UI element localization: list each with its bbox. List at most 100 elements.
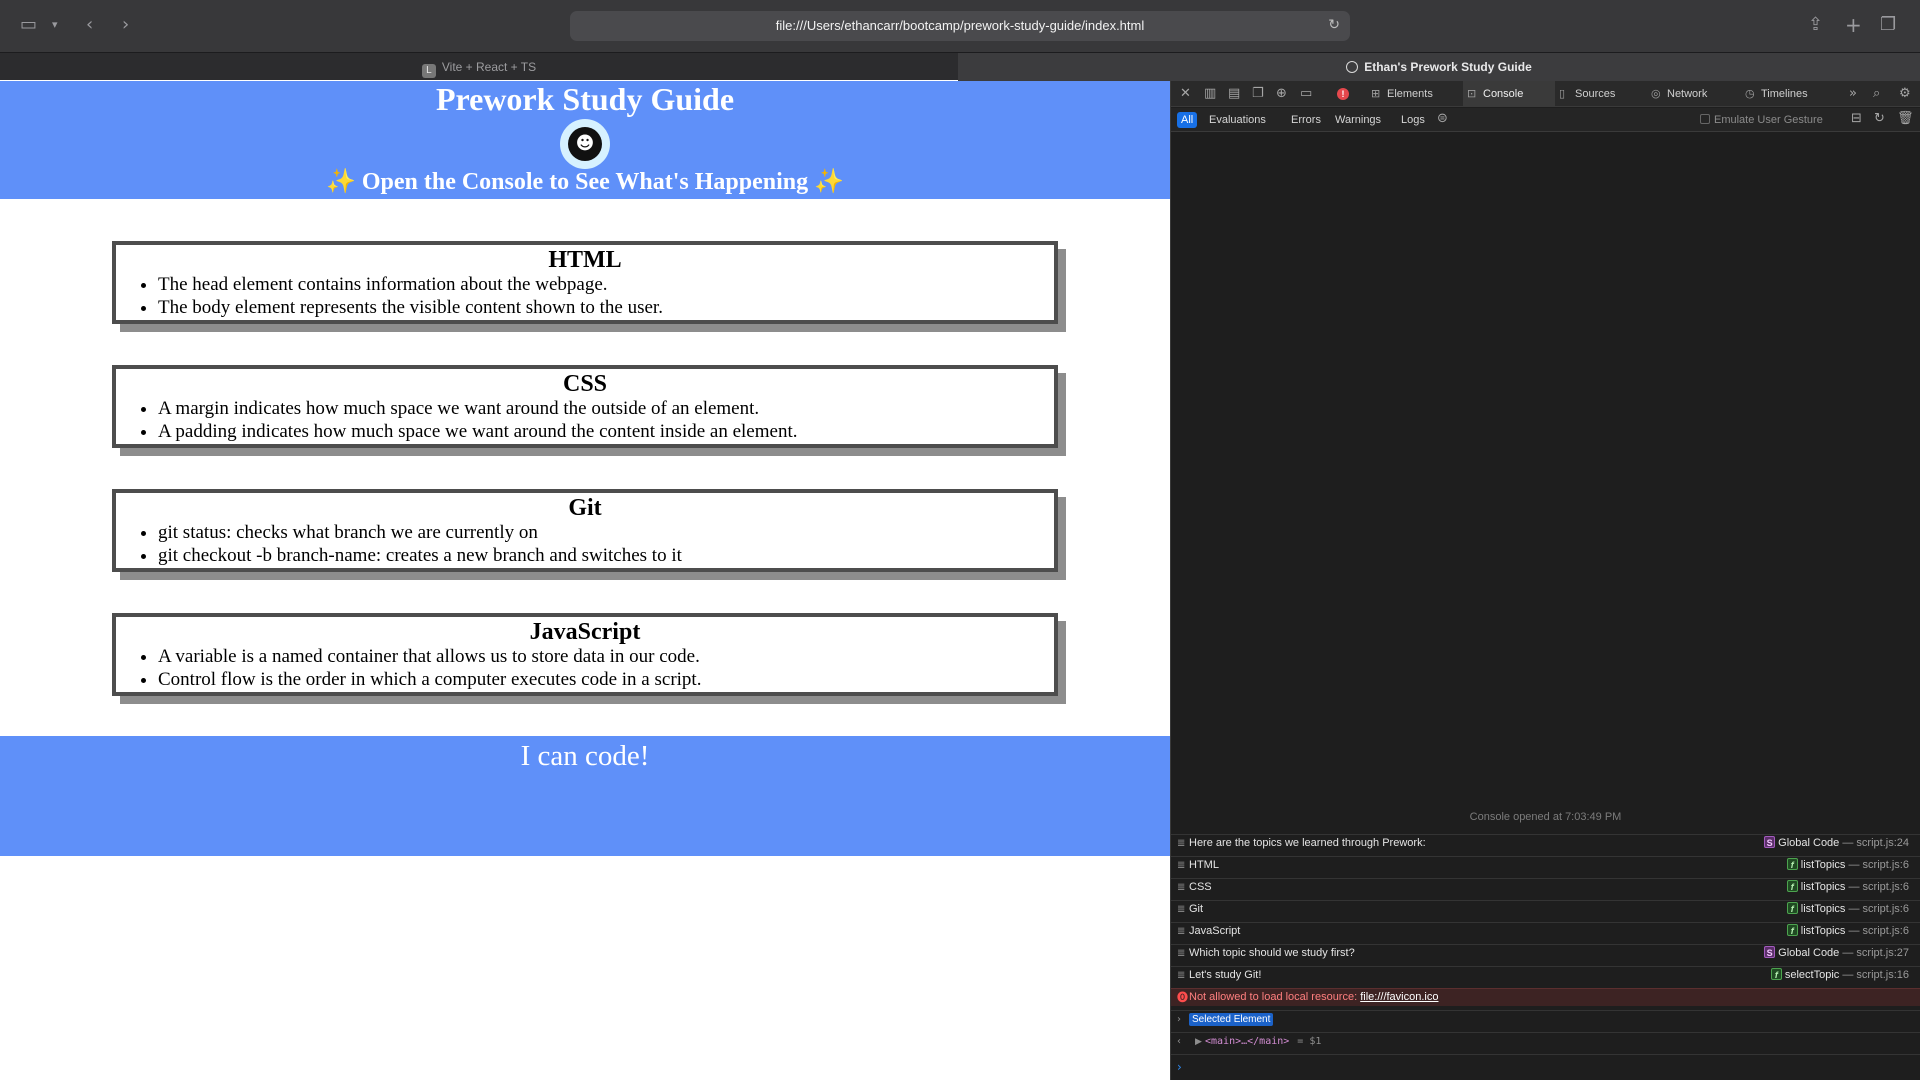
close-icon[interactable]: ✕	[1180, 86, 1191, 101]
console-log-row[interactable]: ≣ Which topic should we study first? S Gl…	[1171, 944, 1920, 962]
tab-prework-study-guide[interactable]: Ethan's Prework Study Guide	[958, 53, 1920, 81]
log-file[interactable]: script.js:6	[1863, 903, 1909, 915]
log-icon: ≣	[1177, 860, 1186, 871]
checkbox-icon	[1700, 114, 1710, 124]
list-item: The body element represents the visible …	[158, 296, 1054, 319]
sidebar-toggle-icon[interactable]: ▭	[20, 14, 37, 36]
log-file[interactable]: script.js:6	[1863, 925, 1909, 937]
page-footer: I can code!	[0, 736, 1170, 856]
function-badge: f	[1786, 902, 1798, 914]
back-icon[interactable]: ‹	[86, 14, 93, 36]
selected-element-row[interactable]: › Selected Element	[1171, 1010, 1920, 1028]
log-func: selectTopic	[1784, 969, 1840, 981]
console-error-row[interactable]: ⓿ Not allowed to load local resource: fi…	[1171, 988, 1920, 1006]
section-title: CSS	[562, 371, 608, 397]
log-file[interactable]: script.js:27	[1856, 947, 1909, 959]
section-list: A variable is a named container that all…	[158, 645, 1054, 691]
search-icon[interactable]: ⌕	[1873, 86, 1880, 101]
sparkle-icon: ✨	[814, 169, 845, 195]
disclosure-triangle-icon[interactable]: ▶	[1195, 1036, 1202, 1046]
console-opened-text: Console opened at 7:03:49 PM	[1469, 811, 1622, 823]
error-link[interactable]: file:///favicon.ico	[1360, 991, 1438, 1003]
error-count-icon[interactable]: !	[1337, 88, 1349, 100]
console-log-row[interactable]: ≣ Git f listTopics — script.js:6	[1171, 900, 1920, 918]
refresh-icon[interactable]: ↻	[1874, 111, 1885, 126]
log-source[interactable]: f listTopics — script.js:6	[1786, 879, 1909, 896]
function-badge: f	[1786, 858, 1798, 870]
log-icon: ≣	[1177, 904, 1186, 915]
console-log-row[interactable]: ≣ CSS f listTopics — script.js:6	[1171, 878, 1920, 896]
console-log-row[interactable]: ≣ Here are the topics we learned through…	[1171, 834, 1920, 852]
separator: —	[1845, 881, 1863, 893]
separator: —	[1845, 859, 1863, 871]
global-code-badge: S	[1764, 836, 1776, 848]
error-text: Not allowed to load local resource:	[1189, 991, 1358, 1003]
element-picker-icon[interactable]: ⊕	[1276, 86, 1287, 101]
forward-icon[interactable]: ›	[122, 14, 129, 36]
filter-warnings[interactable]: Warnings	[1331, 112, 1385, 128]
preserve-log-icon[interactable]: ⊟	[1851, 111, 1862, 126]
emulate-user-gesture-checkbox[interactable]: Emulate User Gesture	[1700, 112, 1823, 128]
log-icon: ≣	[1177, 838, 1186, 849]
separator: —	[1845, 925, 1863, 937]
log-file[interactable]: script.js:6	[1863, 881, 1909, 893]
more-tabs-icon[interactable]: »	[1849, 86, 1857, 101]
tab-console[interactable]: ⊡ Console	[1463, 81, 1555, 107]
chevron-down-icon[interactable]: ▾	[52, 14, 58, 36]
new-tab-icon[interactable]: +	[1845, 14, 1862, 36]
dock-right-icon[interactable]: ▥	[1204, 86, 1216, 101]
tab-vite-react[interactable]: L Vite + React + TS	[0, 53, 958, 81]
chevron-right-icon: ›	[1177, 1014, 1181, 1025]
main-element-tag[interactable]: <main>…</main>	[1205, 1036, 1289, 1047]
log-source[interactable]: f listTopics — script.js:6	[1786, 923, 1909, 940]
console-input[interactable]: ›	[1171, 1054, 1920, 1080]
console-log-row[interactable]: ≣ HTML f listTopics — script.js:6	[1171, 856, 1920, 874]
log-func: listTopics	[1800, 859, 1846, 871]
clear-console-icon[interactable]: 🗑	[1897, 111, 1914, 126]
list-item: git checkout -b branch-name: creates a n…	[158, 544, 1054, 567]
share-icon[interactable]: ⇪	[1808, 14, 1823, 36]
tab-overview-icon[interactable]: ❐	[1880, 14, 1896, 36]
dock-bottom-icon[interactable]: ▤	[1228, 86, 1240, 101]
tab-timelines[interactable]: ◷ Timelines	[1741, 81, 1841, 107]
tab-elements[interactable]: ⊞ Elements	[1367, 81, 1463, 107]
error-message: Not allowed to load local resource: file…	[1189, 989, 1438, 1006]
log-source[interactable]: S Global Code — script.js:24	[1764, 835, 1909, 852]
section-list: git status: checks what branch we are cu…	[158, 521, 1054, 567]
filter-options-icon[interactable]: ⊜	[1437, 111, 1448, 126]
console-log-row[interactable]: ≣ Let's study Git! f selectTopic — script…	[1171, 966, 1920, 984]
filter-logs[interactable]: Logs	[1397, 112, 1429, 128]
section-title: HTML	[548, 247, 622, 273]
log-source[interactable]: S Global Code — script.js:27	[1764, 945, 1909, 962]
filter-evaluations[interactable]: Evaluations	[1205, 112, 1270, 128]
log-source[interactable]: f listTopics — script.js:6	[1786, 901, 1909, 918]
tab-network[interactable]: ◎ Network	[1647, 81, 1741, 107]
page-subtitle: ✨ Open the Console to See What's Happeni…	[0, 167, 1170, 196]
gear-icon[interactable]: ⚙	[1899, 86, 1911, 101]
url-text[interactable]: file:///Users/ethancarr/bootcamp/prework…	[570, 18, 1350, 33]
address-bar[interactable]: file:///Users/ethancarr/bootcamp/prework…	[570, 11, 1350, 41]
undock-icon[interactable]: ❐	[1252, 86, 1264, 101]
device-icon[interactable]: ▭	[1300, 86, 1312, 101]
tab-label: Vite + React + TS	[441, 60, 537, 74]
tab-sources[interactable]: ▯ Sources	[1555, 81, 1647, 107]
list-item: The head element contains information ab…	[158, 273, 1054, 296]
log-source[interactable]: f listTopics — script.js:6	[1786, 857, 1909, 874]
log-file[interactable]: script.js:16	[1856, 969, 1909, 981]
selected-element-value-row[interactable]: ‹ ▶ <main>…</main> = $1	[1171, 1032, 1920, 1050]
result-value[interactable]: ▶ <main>…</main> = $1	[1195, 1033, 1321, 1050]
reload-icon[interactable]: ↻	[1328, 17, 1340, 33]
log-source[interactable]: f selectTopic — script.js:16	[1770, 967, 1909, 984]
console-icon: ⊡	[1467, 87, 1477, 100]
log-file[interactable]: script.js:6	[1863, 859, 1909, 871]
log-message: CSS	[1189, 881, 1212, 893]
filter-all[interactable]: All	[1177, 112, 1198, 128]
separator: —	[1845, 903, 1863, 915]
log-file[interactable]: script.js:24	[1856, 837, 1909, 849]
log-icon: ≣	[1177, 926, 1186, 937]
log-func: Global Code	[1778, 837, 1840, 849]
console-log-row[interactable]: ≣ JavaScript f listTopics — script.js:6	[1171, 922, 1920, 940]
tab-label: Elements	[1387, 88, 1433, 100]
filter-errors[interactable]: Errors	[1287, 112, 1325, 128]
function-badge: f	[1786, 924, 1798, 936]
